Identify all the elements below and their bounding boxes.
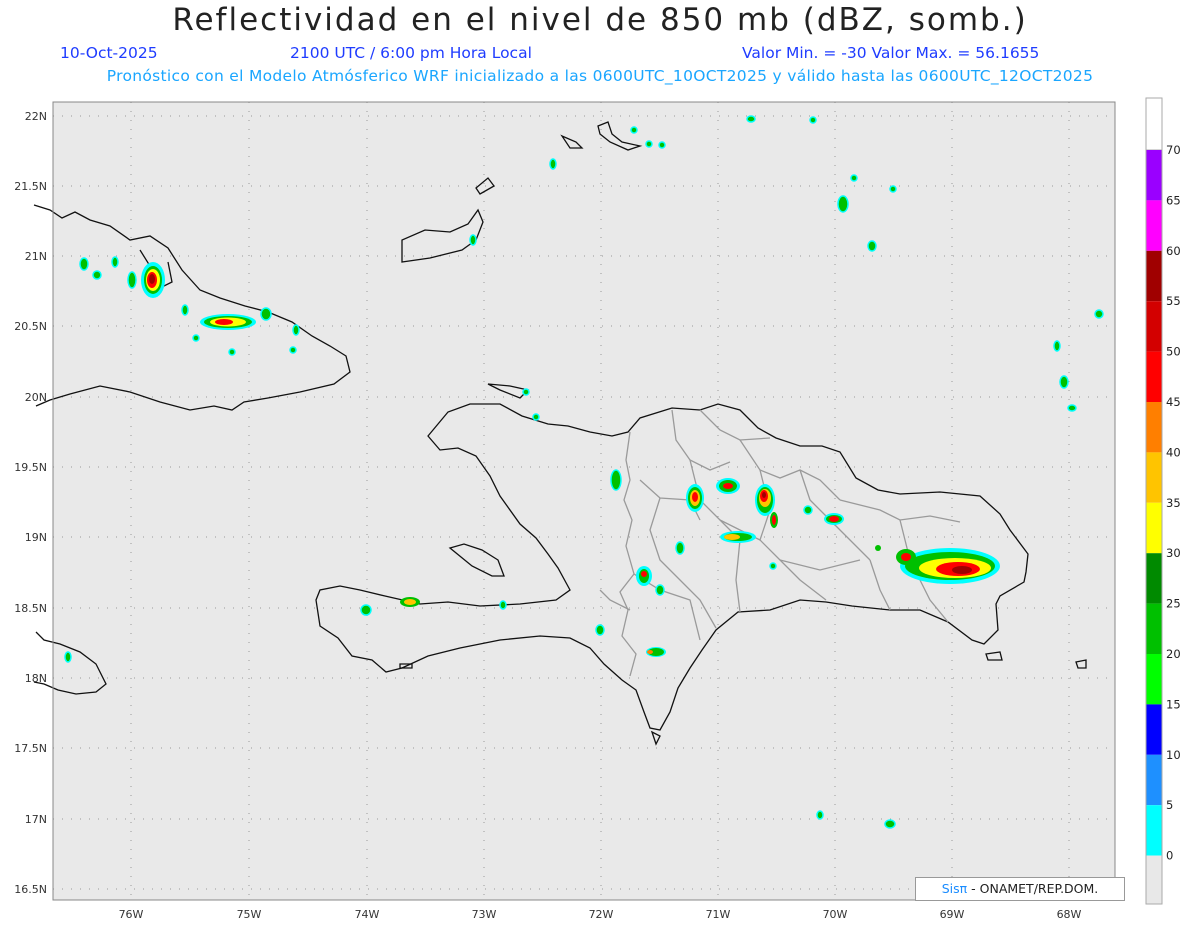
colorbar-label: 70: [1166, 143, 1181, 157]
lon-label: 68W: [1057, 908, 1082, 921]
lat-label: 18N: [25, 672, 47, 685]
colorbar-swatch: [1146, 402, 1162, 453]
credit-box: Sisπ - ONAMET/REP.DOM.: [915, 877, 1125, 901]
colorbar-swatch: [1146, 754, 1162, 806]
colorbar-swatch: [1146, 502, 1162, 554]
lon-label: 76W: [119, 908, 144, 921]
lat-label: 22N: [25, 110, 47, 123]
map-figure: 22N 21.5N 21N 20.5N 20N 19.5N 19N 18.5N …: [14, 97, 1181, 921]
sis-logo: Sisπ: [941, 881, 968, 896]
lat-label: 19.5N: [14, 461, 47, 474]
colorbar-label: 10: [1166, 748, 1181, 762]
colorbar-swatch: [1146, 301, 1162, 352]
colorbar-swatch: [1146, 654, 1162, 705]
color-bar: 7065605550454035302520151050: [1145, 97, 1181, 905]
colorbar-label: 0: [1166, 849, 1173, 863]
colorbar-swatch: [1146, 452, 1162, 503]
colorbar-label: 30: [1166, 546, 1181, 560]
colorbar-label: 65: [1166, 193, 1181, 207]
colorbar-label: 15: [1166, 697, 1181, 711]
lat-label: 20N: [25, 391, 47, 404]
lat-label: 20.5N: [14, 320, 47, 333]
colorbar-swatch: [1146, 704, 1162, 755]
lon-label: 69W: [940, 908, 965, 921]
lon-label: 74W: [355, 908, 380, 921]
lon-label: 70W: [823, 908, 848, 921]
colorbar-swatch: [1146, 603, 1162, 654]
cell-cuba-west: [141, 262, 165, 298]
colorbar-label: 40: [1166, 445, 1181, 459]
colorbar-label: 35: [1166, 496, 1181, 510]
lat-label: 21N: [25, 250, 47, 263]
colorbar-label: 20: [1166, 647, 1181, 661]
lat-label: 19N: [25, 531, 47, 544]
colorbar-label: 55: [1166, 294, 1181, 308]
colorbar-swatch: [1146, 855, 1162, 904]
colorbar-swatch: [1146, 150, 1162, 201]
lon-label: 72W: [589, 908, 614, 921]
lat-label: 16.5N: [14, 883, 47, 896]
plot-area: [53, 102, 1115, 900]
colorbar-swatch: [1146, 200, 1162, 251]
lat-labels: 22N 21.5N 21N 20.5N 20N 19.5N 19N 18.5N …: [14, 110, 47, 896]
lat-label: 18.5N: [14, 602, 47, 615]
colorbar-label: 60: [1166, 244, 1181, 258]
colorbar-swatch: [1146, 805, 1162, 856]
colorbar-label: 45: [1166, 395, 1181, 409]
colorbar-label: 5: [1166, 798, 1173, 812]
lat-label: 17.5N: [14, 742, 47, 755]
cell-cuba-central: [200, 314, 256, 330]
credit-text: - ONAMET/REP.DOM.: [967, 881, 1099, 896]
lon-label: 75W: [237, 908, 262, 921]
lat-label: 21.5N: [14, 180, 47, 193]
colorbar-label: 25: [1166, 597, 1181, 611]
lon-labels: 76W 75W 74W 73W 72W 71W 70W 69W 68W: [119, 908, 1082, 921]
lon-label: 71W: [706, 908, 731, 921]
colorbar-swatch: [1146, 351, 1162, 402]
lon-label: 73W: [472, 908, 497, 921]
lat-label: 17N: [25, 813, 47, 826]
colorbar-label: 50: [1166, 345, 1181, 359]
colorbar-swatch: [1146, 553, 1162, 604]
colorbar-swatch: [1146, 250, 1162, 302]
